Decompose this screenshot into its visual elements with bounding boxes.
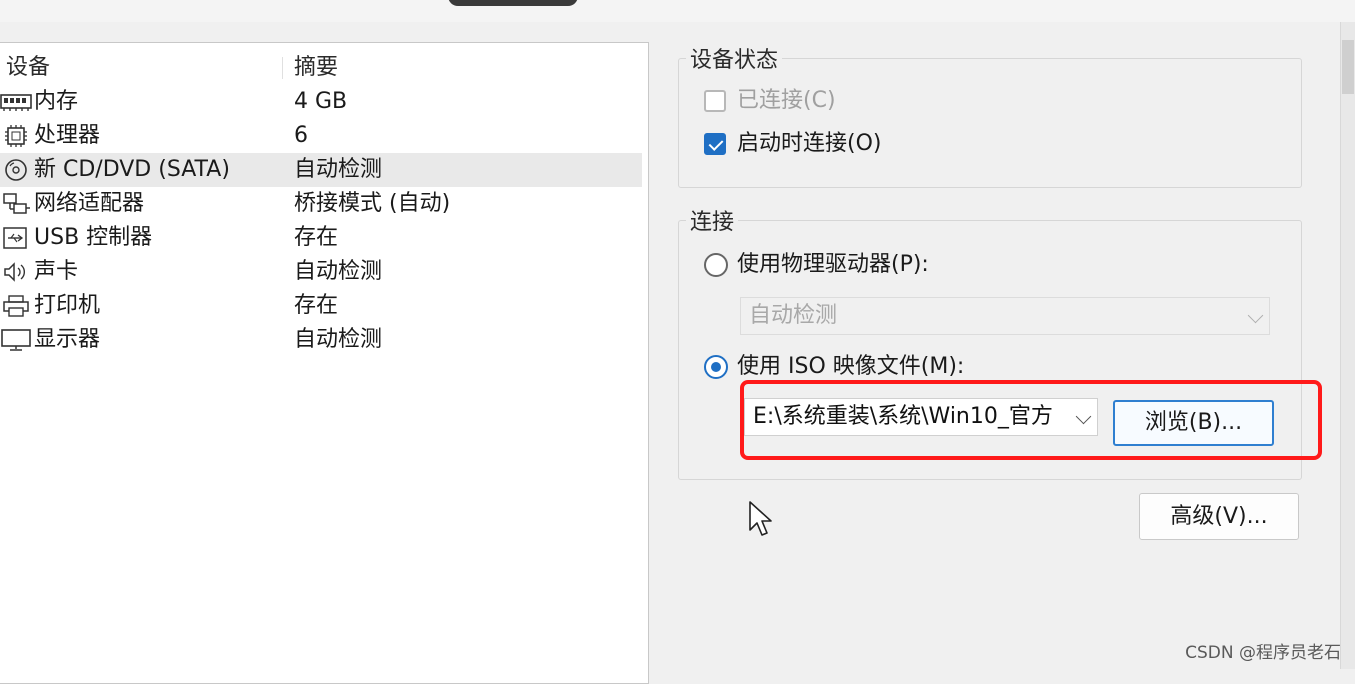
- watermark: CSDN @程序员老石: [1185, 643, 1341, 663]
- advanced-button[interactable]: 高级(V)...: [1139, 493, 1299, 540]
- device-row-printer[interactable]: 打印机 存在: [0, 289, 642, 323]
- iso-image-label[interactable]: 使用 ISO 映像文件(M):: [737, 352, 964, 382]
- column-header-device[interactable]: 设备: [6, 51, 50, 85]
- device-summary: 自动检测: [294, 259, 383, 284]
- physical-drive-select-value: 自动检测: [749, 303, 838, 328]
- connect-at-power-on-label[interactable]: 启动时连接(O): [737, 129, 881, 159]
- device-list-panel: 设备 摘要 内存 4 GB 处理器 6 新 CD/DVD (SATA) 自动检测…: [0, 42, 649, 684]
- mouse-cursor-icon: [748, 500, 778, 540]
- scrollbar[interactable]: [1340, 22, 1355, 669]
- chevron-down-icon: [1247, 307, 1264, 324]
- device-name: 打印机: [34, 293, 101, 318]
- network-adapter-icon: [0, 192, 32, 216]
- device-row-sound-card[interactable]: 声卡 自动检测: [0, 255, 642, 289]
- usb-icon: [0, 226, 32, 250]
- device-row-memory[interactable]: 内存 4 GB: [0, 85, 642, 119]
- display-icon: [0, 328, 32, 352]
- device-summary: 4 GB: [294, 89, 348, 114]
- device-summary: 存在: [294, 293, 339, 318]
- device-row-cd-dvd[interactable]: 新 CD/DVD (SATA) 自动检测: [0, 153, 642, 187]
- physical-drive-label[interactable]: 使用物理驱动器(P):: [737, 250, 929, 280]
- device-summary: 桥接模式 (自动): [294, 191, 451, 216]
- device-summary: 自动检测: [294, 157, 383, 182]
- column-separator: [282, 57, 283, 79]
- connection-title: 连接: [686, 204, 739, 236]
- device-summary: 自动检测: [294, 327, 383, 352]
- physical-drive-select[interactable]: 自动检测: [740, 297, 1270, 335]
- device-name: 网络适配器: [34, 191, 145, 216]
- device-name: 声卡: [34, 259, 79, 284]
- window-top-strip: [0, 0, 1355, 22]
- device-summary: 存在: [294, 225, 339, 250]
- memory-icon: [0, 90, 32, 114]
- printer-icon: [0, 294, 32, 318]
- sound-card-icon: [0, 260, 32, 284]
- device-name: 处理器: [34, 123, 101, 148]
- connected-label[interactable]: 已连接(C): [737, 86, 836, 116]
- device-name: 新 CD/DVD (SATA): [34, 157, 230, 182]
- iso-image-radio[interactable]: [704, 355, 728, 379]
- physical-drive-radio[interactable]: [704, 253, 728, 277]
- device-row-usb[interactable]: USB 控制器 存在: [0, 221, 642, 255]
- connect-at-power-on-checkbox[interactable]: [704, 133, 726, 155]
- device-status-group: [678, 58, 1302, 188]
- column-header-summary[interactable]: 摘要: [294, 51, 338, 85]
- device-name: USB 控制器: [34, 225, 153, 250]
- device-summary: 6: [294, 123, 308, 148]
- device-row-display[interactable]: 显示器 自动检测: [0, 323, 642, 357]
- device-status-title: 设备状态: [686, 42, 783, 74]
- connected-checkbox[interactable]: [704, 90, 726, 112]
- cd-dvd-icon: [0, 158, 32, 182]
- device-name: 显示器: [34, 327, 101, 352]
- title-bar-tab: [448, 0, 578, 6]
- device-row-network-adapter[interactable]: 网络适配器 桥接模式 (自动): [0, 187, 642, 221]
- scrollbar-thumb[interactable]: [1342, 40, 1354, 94]
- device-row-processor[interactable]: 处理器 6: [0, 119, 642, 153]
- processor-icon: [0, 124, 32, 148]
- device-name: 内存: [34, 89, 79, 114]
- highlight-annotation: [740, 380, 1322, 460]
